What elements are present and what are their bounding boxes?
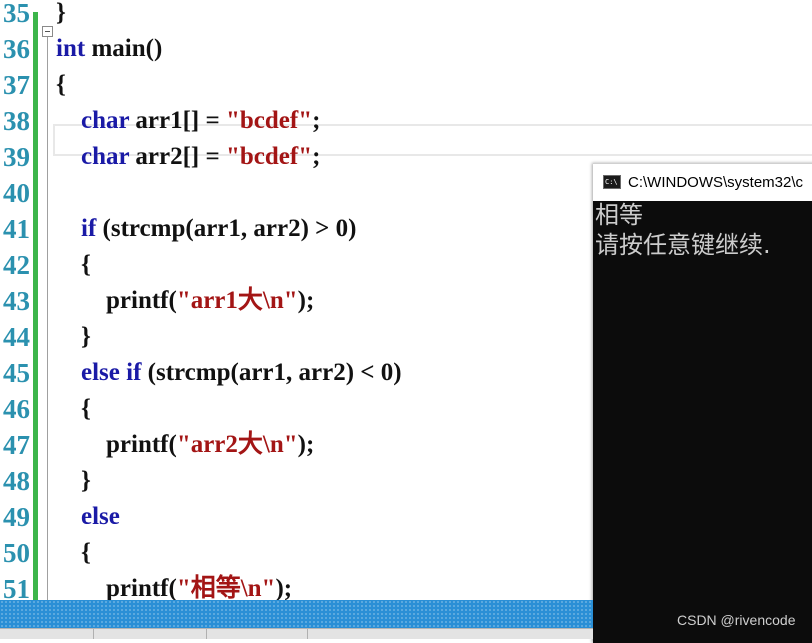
- code-string: "bcdef": [226, 143, 313, 170]
- line-number: 39: [3, 142, 30, 172]
- line-number: 35: [3, 0, 30, 28]
- code-line[interactable]: char arr1[] = "bcdef";: [56, 103, 320, 139]
- console-output-line: 请按任意键继续.: [595, 231, 771, 259]
- code-line[interactable]: char arr2[] = "bcdef";: [56, 139, 320, 175]
- code-text: );: [297, 431, 315, 458]
- console-title: C:\WINDOWS\system32\c: [628, 174, 804, 191]
- line-number: 50: [3, 538, 30, 568]
- line-number: 40: [3, 178, 30, 208]
- bottom-panel-tabs[interactable]: [0, 628, 593, 639]
- code-text: printf(: [56, 287, 177, 314]
- code-text: );: [297, 287, 315, 314]
- line-number: 43: [3, 286, 30, 316]
- code-text: }: [56, 0, 66, 26]
- line-number: 46: [3, 394, 30, 424]
- line-number: 44: [3, 322, 30, 352]
- console-app-icon: C:\: [603, 175, 621, 189]
- line-number: 42: [3, 250, 30, 280]
- horizontal-scrollbar[interactable]: [0, 600, 593, 628]
- code-text: }: [56, 467, 91, 494]
- outline-guide-line: [47, 37, 48, 600]
- code-keyword: char: [81, 107, 130, 134]
- watermark-text: CSDN @rivencode: [677, 612, 796, 628]
- line-number: 36: [3, 34, 30, 64]
- line-number: 49: [3, 502, 30, 532]
- code-text: (strcmp(arr1, arr2) > 0): [96, 215, 357, 242]
- code-text: );: [275, 575, 293, 600]
- code-string: "bcdef": [226, 107, 313, 134]
- code-line[interactable]: printf("arr1大\n");: [56, 283, 314, 319]
- code-text: {: [56, 71, 66, 98]
- code-text: {: [56, 251, 91, 278]
- code-line[interactable]: {: [56, 391, 91, 427]
- code-keyword: char: [81, 143, 130, 170]
- code-text: {: [56, 539, 91, 566]
- code-line[interactable]: printf("arr2大\n");: [56, 427, 314, 463]
- line-number: 48: [3, 466, 30, 496]
- code-line[interactable]: }: [56, 0, 66, 31]
- code-text: printf(: [56, 431, 177, 458]
- line-number: 47: [3, 430, 30, 460]
- code-keyword: int: [56, 35, 86, 62]
- code-text: arr1[] =: [129, 107, 226, 134]
- code-text: }: [56, 323, 91, 350]
- code-line[interactable]: }: [56, 463, 91, 499]
- code-line[interactable]: printf("相等\n");: [56, 571, 292, 600]
- code-line[interactable]: {: [56, 247, 91, 283]
- code-line[interactable]: }: [56, 319, 91, 355]
- code-line[interactable]: int main(): [56, 31, 162, 67]
- line-number: 51: [3, 574, 30, 600]
- code-line[interactable]: if (strcmp(arr1, arr2) > 0): [56, 211, 357, 247]
- code-keyword: else: [81, 503, 120, 530]
- code-string: "相等\n": [176, 575, 276, 600]
- code-text: printf(: [56, 575, 177, 600]
- code-string: "arr2大\n": [176, 431, 298, 458]
- change-tracking-bar: [33, 12, 38, 600]
- console-output-line: 相等: [595, 201, 643, 229]
- line-number: 38: [3, 106, 30, 136]
- code-line[interactable]: {: [56, 535, 91, 571]
- code-text: ;: [312, 143, 321, 170]
- console-window[interactable]: C:\ C:\WINDOWS\system32\c 相等 请按任意键继续. CS…: [593, 163, 812, 643]
- code-text: arr2[] =: [129, 143, 226, 170]
- line-number: 41: [3, 214, 30, 244]
- line-number: 37: [3, 70, 30, 100]
- code-line[interactable]: else: [56, 499, 120, 535]
- code-string: "arr1大\n": [176, 287, 298, 314]
- code-line[interactable]: else if (strcmp(arr1, arr2) < 0): [56, 355, 402, 391]
- collapse-toggle-icon[interactable]: [42, 26, 53, 37]
- line-number-gutter: 35 36 37 38 39 40 41 42 43 44 45 46 47 48 49 50 51: [0, 0, 33, 600]
- code-text: {: [56, 395, 91, 422]
- console-titlebar[interactable]: C:\ C:\WINDOWS\system32\c: [593, 163, 812, 201]
- code-line[interactable]: {: [56, 67, 66, 103]
- code-text: main(): [85, 35, 163, 62]
- code-keyword: else if: [81, 359, 142, 386]
- code-keyword: if: [81, 215, 97, 242]
- code-text: (strcmp(arr1, arr2) < 0): [141, 359, 402, 386]
- code-text: ;: [312, 107, 321, 134]
- line-number: 45: [3, 358, 30, 388]
